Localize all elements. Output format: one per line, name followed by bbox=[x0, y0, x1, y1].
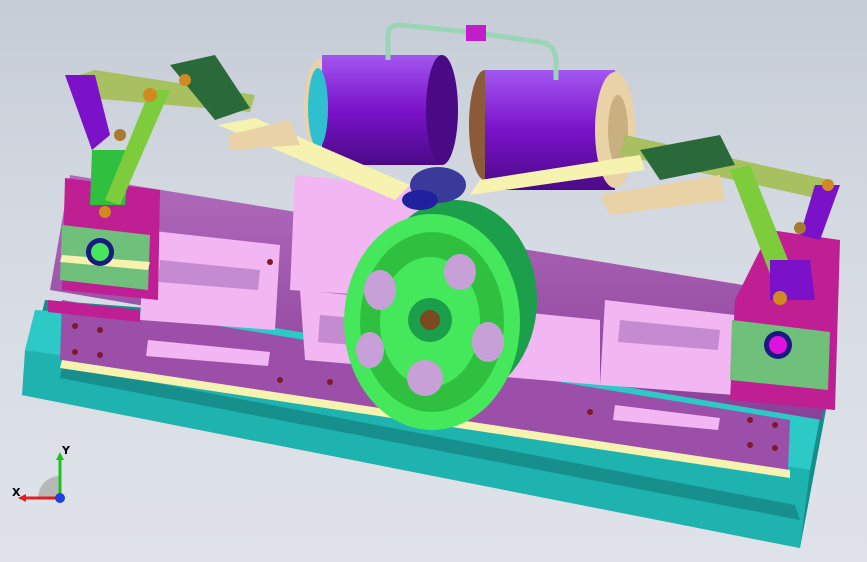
cad-viewport[interactable]: Y X bbox=[0, 0, 867, 562]
cylinder-left[interactable] bbox=[304, 55, 458, 165]
x-axis-label: X bbox=[12, 486, 21, 499]
z-axis-dot bbox=[55, 493, 65, 503]
axis-triad: Y X bbox=[12, 444, 71, 503]
y-axis-label: Y bbox=[61, 444, 71, 457]
engine-model[interactable] bbox=[0, 0, 867, 562]
pipe-fitting bbox=[466, 25, 486, 41]
rocker-arm-left[interactable] bbox=[65, 55, 255, 205]
